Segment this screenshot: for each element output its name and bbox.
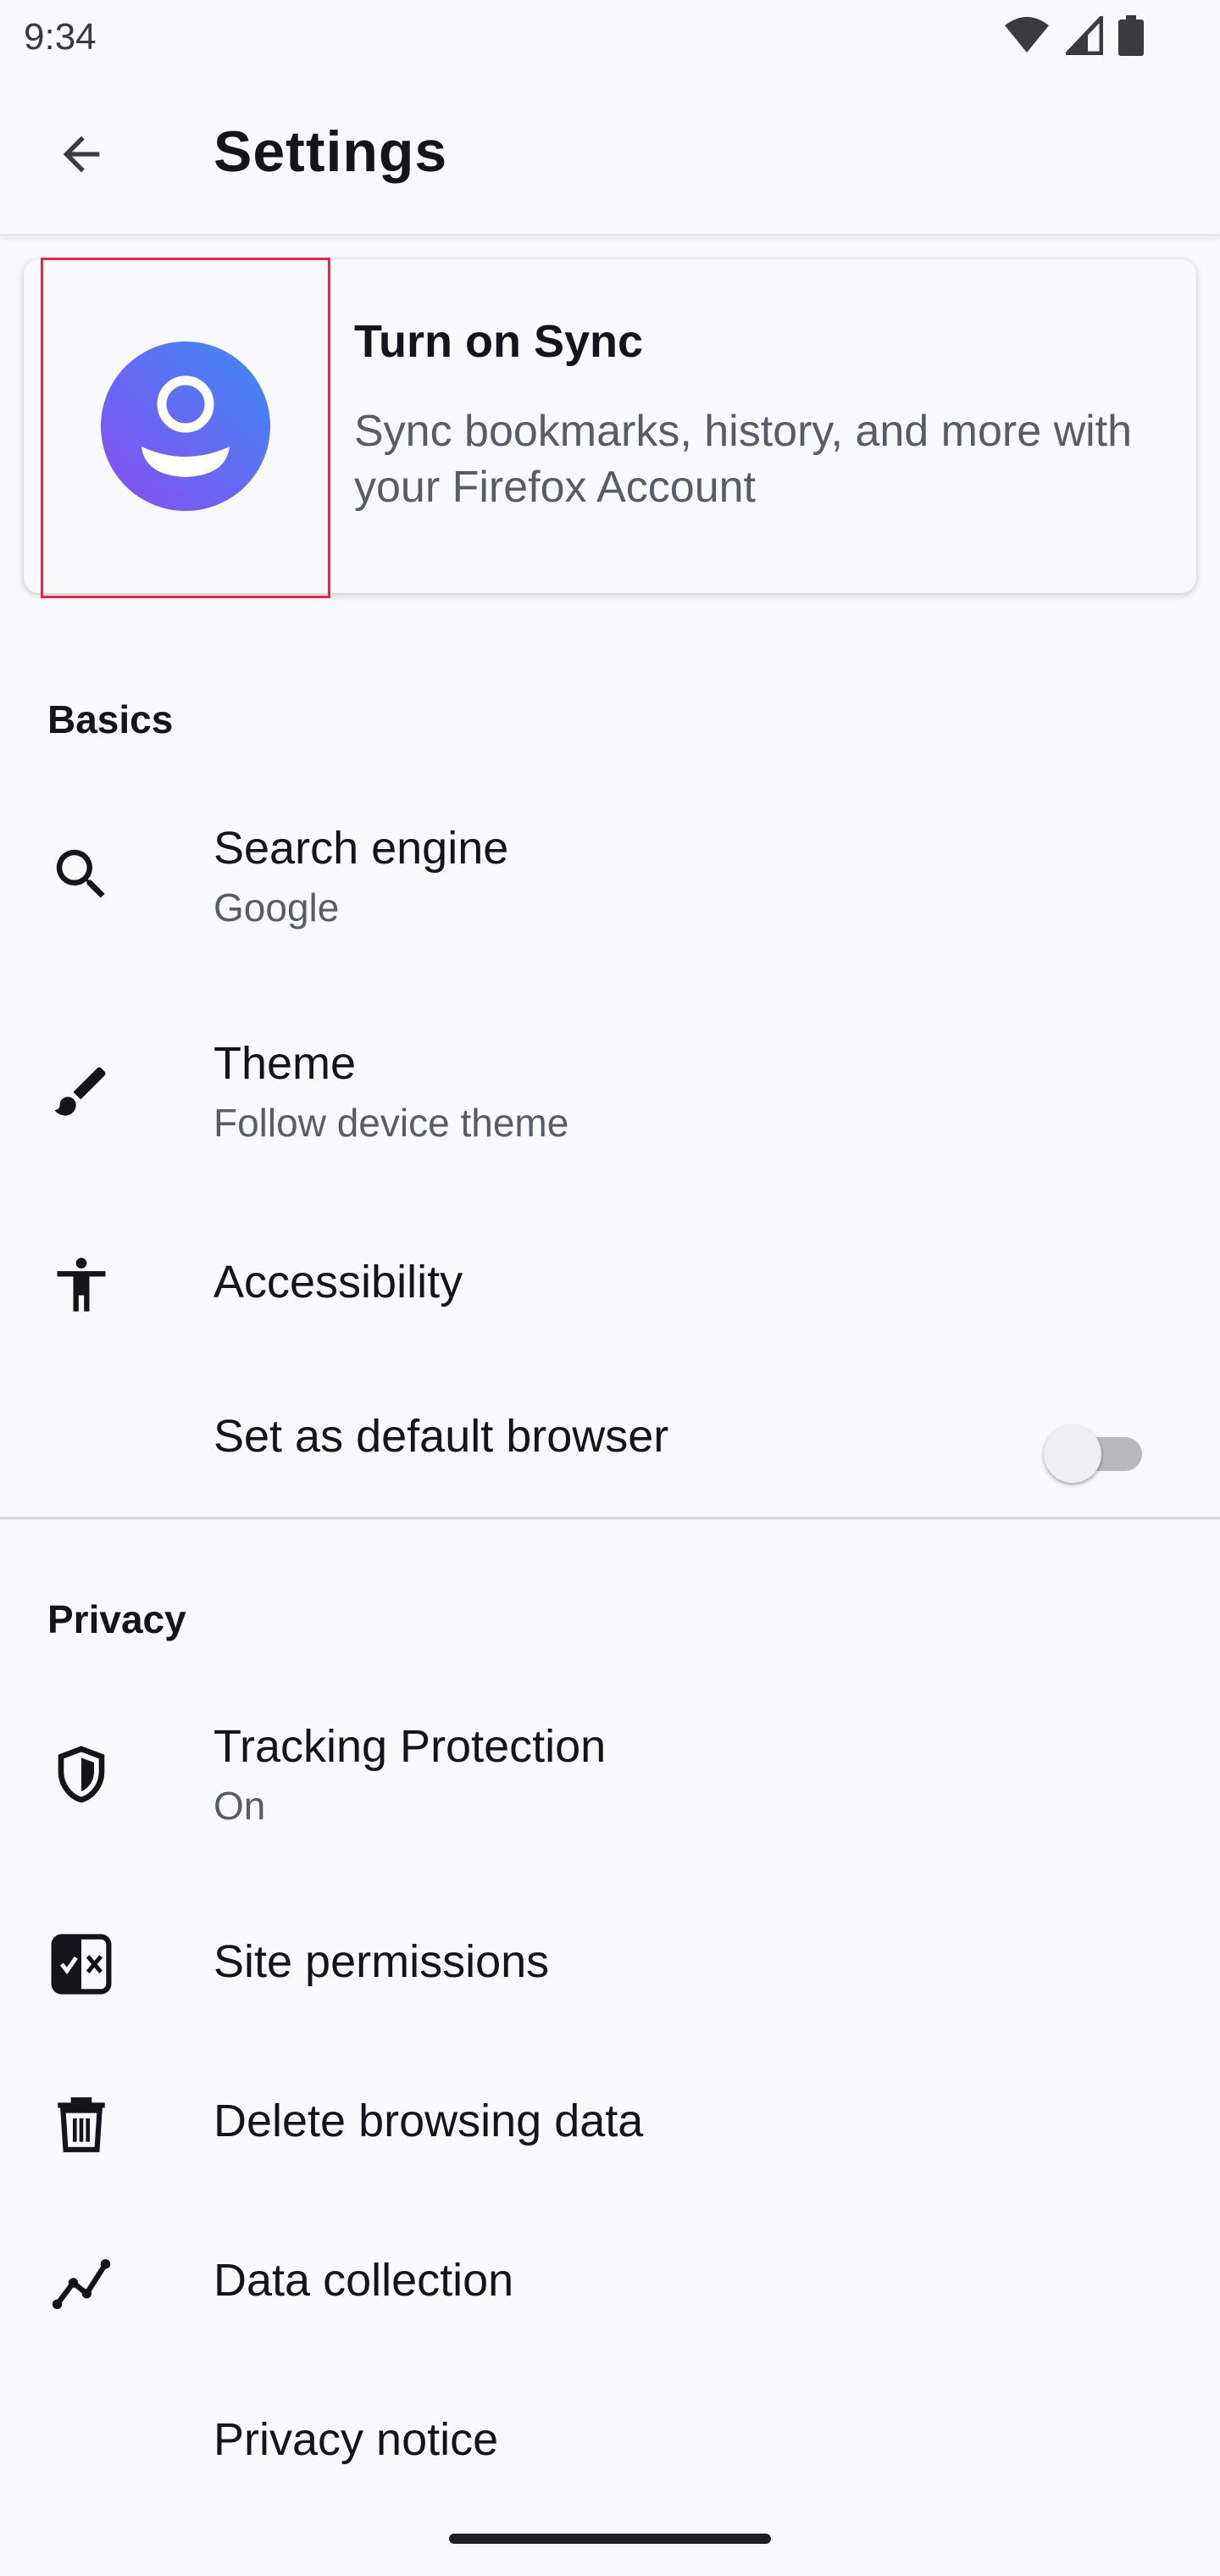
sync-avatar-button[interactable] <box>41 258 330 598</box>
settings-item-data-collection[interactable]: Data collection <box>0 2239 1220 2340</box>
shield-icon <box>47 1740 115 1808</box>
settings-item-accessibility[interactable]: Accessibility <box>0 1241 1220 1342</box>
settings-item-title: Set as default browser <box>214 1411 669 1462</box>
settings-item-title: Accessibility <box>214 1257 463 1307</box>
settings-item-subtitle: Google <box>214 886 340 930</box>
toggle-thumb <box>1044 1425 1101 1483</box>
trash-icon <box>47 2090 115 2157</box>
wifi-icon <box>1003 15 1051 65</box>
data-chart-icon <box>47 2249 115 2317</box>
settings-item-subtitle: On <box>214 1784 266 1828</box>
page-title: Settings <box>214 119 448 184</box>
sync-title: Turn on Sync <box>354 316 644 367</box>
settings-item-delete-browsing-data[interactable]: Delete browsing data <box>0 2079 1220 2181</box>
permissions-icon <box>47 1930 115 1998</box>
settings-item-privacy-notice[interactable]: Privacy notice <box>0 2398 1220 2500</box>
search-icon <box>47 841 115 908</box>
app-bar: Settings <box>0 75 1220 236</box>
settings-item-theme[interactable]: Theme Follow device theme <box>0 1029 1220 1156</box>
settings-item-default-browser[interactable]: Set as default browser <box>0 1398 1220 1500</box>
settings-item-title: Site permissions <box>214 1936 550 1987</box>
settings-item-title: Privacy notice <box>214 2414 499 2465</box>
settings-item-title: Data collection <box>214 2255 514 2306</box>
accessibility-icon <box>47 1251 115 1319</box>
status-icons <box>1003 12 1144 65</box>
settings-item-tracking-protection[interactable]: Tracking Protection On <box>0 1712 1220 1839</box>
status-bar: 9:34 <box>0 0 1220 75</box>
brush-icon <box>47 1058 115 1125</box>
back-button[interactable] <box>42 117 120 195</box>
settings-item-title: Theme <box>214 1038 357 1089</box>
account-avatar-icon <box>99 340 272 517</box>
section-header-basics: Basics <box>47 697 174 741</box>
cell-signal-icon <box>1062 12 1104 64</box>
settings-item-site-permissions[interactable]: Site permissions <box>0 1920 1220 2022</box>
status-time: 9:34 <box>24 16 97 58</box>
settings-item-subtitle: Follow device theme <box>214 1101 569 1145</box>
battery-icon <box>1118 15 1144 65</box>
settings-item-title: Tracking Protection <box>214 1721 607 1772</box>
sync-card[interactable]: Turn on Sync Sync bookmarks, history, an… <box>24 258 1196 598</box>
settings-item-title: Search engine <box>214 823 509 874</box>
settings-item-title: Delete browsing data <box>214 2096 644 2146</box>
default-browser-toggle[interactable] <box>1044 1425 1142 1483</box>
settings-item-search-engine[interactable]: Search engine Google <box>0 813 1220 941</box>
sync-description: Sync bookmarks, history, and more with y… <box>354 407 1133 512</box>
section-header-privacy: Privacy <box>47 1597 186 1641</box>
section-divider <box>0 1517 1220 1519</box>
gesture-nav-handle[interactable] <box>449 2534 771 2544</box>
arrow-left-icon <box>54 127 108 186</box>
